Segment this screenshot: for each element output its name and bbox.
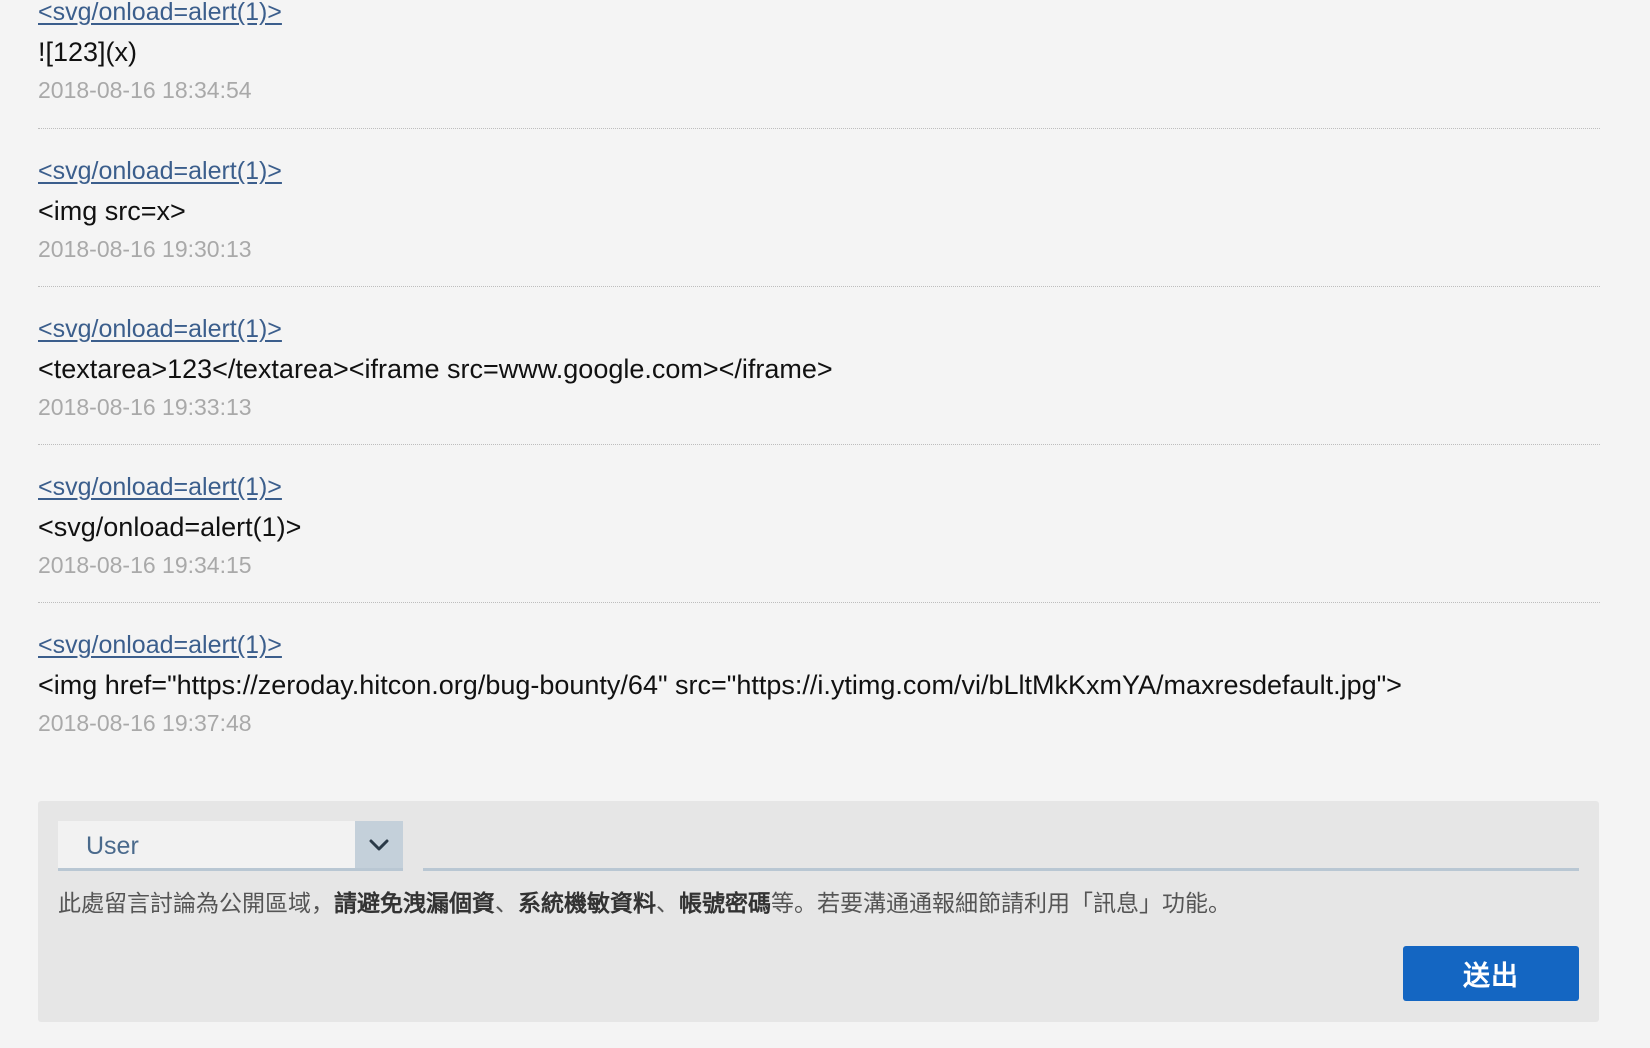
comment-author-link[interactable]: <svg/onload=alert(1)> xyxy=(38,314,282,344)
notice-emphasis: 系統機敏資料 xyxy=(518,891,656,917)
comment-list: <svg/onload=alert(1)> ![123](x) 2018-08-… xyxy=(38,0,1600,761)
comment-body: ![123](x) xyxy=(38,37,138,67)
comment-timestamp: 2018-08-16 18:34:54 xyxy=(38,77,252,103)
notice-separator: 、 xyxy=(656,891,679,917)
notice-suffix: 等。若要溝通通報細節請利用「訊息」功能。 xyxy=(771,891,1231,917)
comment-body: <svg/onload=alert(1)> xyxy=(38,512,302,542)
submit-button[interactable]: 送出 xyxy=(1403,946,1579,1001)
comment-timestamp: 2018-08-16 19:37:48 xyxy=(38,710,252,736)
comment-item: <svg/onload=alert(1)> <svg/onload=alert(… xyxy=(38,445,1600,603)
notice-separator: 、 xyxy=(495,891,518,917)
public-area-notice: 此處留言討論為公開區域，請避免洩漏個資、系統機敏資料、帳號密碼等。若要溝通通報細… xyxy=(58,889,1231,919)
notice-prefix: 此處留言討論為公開區域， xyxy=(58,891,334,917)
role-select-value: User xyxy=(86,832,139,860)
comment-author-link[interactable]: <svg/onload=alert(1)> xyxy=(38,156,282,186)
notice-emphasis: 請避免洩漏個資 xyxy=(334,891,495,917)
comment-author-link[interactable]: <svg/onload=alert(1)> xyxy=(38,472,282,502)
comment-item: <svg/onload=alert(1)> <img src=x> 2018-0… xyxy=(38,129,1600,287)
comment-timestamp: 2018-08-16 19:34:15 xyxy=(38,552,252,578)
chevron-down-icon[interactable] xyxy=(355,821,403,868)
message-input[interactable] xyxy=(423,821,1579,871)
comment-author-link[interactable]: <svg/onload=alert(1)> xyxy=(38,630,282,660)
comment-timestamp: 2018-08-16 19:33:13 xyxy=(38,394,252,420)
comment-item: <svg/onload=alert(1)> <img href="https:/… xyxy=(38,603,1600,761)
comment-author-link[interactable]: <svg/onload=alert(1)> xyxy=(38,0,282,27)
comment-body: <textarea>123</textarea><iframe src=www.… xyxy=(38,354,833,384)
reply-form: User 此處留言討論為公開區域，請避免洩漏個資、系統機敏資料、帳號密碼等。若要… xyxy=(38,801,1599,1022)
comment-timestamp: 2018-08-16 19:30:13 xyxy=(38,236,252,262)
comment-item: <svg/onload=alert(1)> <textarea>123</tex… xyxy=(38,287,1600,445)
comment-body: <img href="https://zeroday.hitcon.org/bu… xyxy=(38,670,1402,700)
comment-body: <img src=x> xyxy=(38,196,186,226)
notice-emphasis: 帳號密碼 xyxy=(679,891,771,917)
comment-item: <svg/onload=alert(1)> ![123](x) 2018-08-… xyxy=(38,0,1600,129)
role-select[interactable]: User xyxy=(58,821,403,871)
